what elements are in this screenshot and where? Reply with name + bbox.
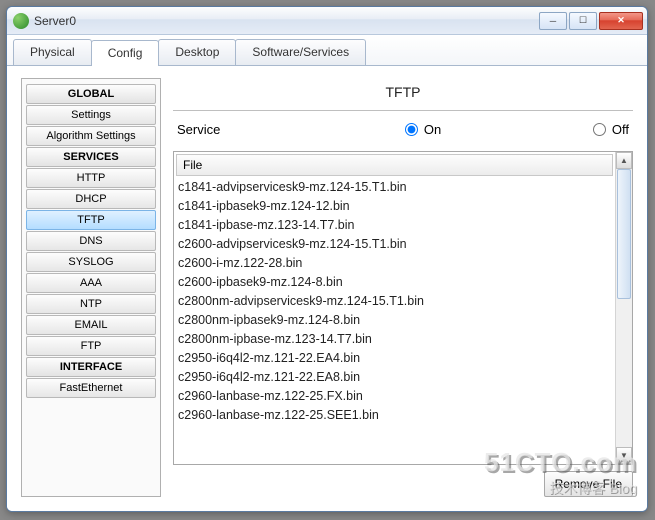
minimize-button[interactable]: ─ bbox=[539, 12, 567, 30]
file-item[interactable]: c2950-i6q4l2-mz.121-22.EA4.bin bbox=[178, 349, 611, 368]
sidebar-item-ftp[interactable]: FTP bbox=[26, 336, 156, 356]
file-item[interactable]: c2600-i-mz.122-28.bin bbox=[178, 254, 611, 273]
remove-row: Remove File bbox=[173, 465, 633, 497]
sidebar-item-http[interactable]: HTTP bbox=[26, 168, 156, 188]
file-item[interactable]: c2800nm-ipbase-mz.123-14.T7.bin bbox=[178, 330, 611, 349]
file-item[interactable]: c2600-advipservicesk9-mz.124-15.T1.bin bbox=[178, 235, 611, 254]
tab-physical[interactable]: Physical bbox=[13, 39, 92, 65]
titlebar: Server0 ─ ☐ ✕ bbox=[7, 7, 647, 35]
file-list-box: File c1841-advipservicesk9-mz.124-15.T1.… bbox=[173, 151, 633, 465]
service-row: Service On Off bbox=[173, 112, 633, 151]
service-off-radio[interactable] bbox=[593, 123, 606, 136]
file-item[interactable]: c1841-advipservicesk9-mz.124-15.T1.bin bbox=[178, 178, 611, 197]
scroll-down-icon[interactable]: ▼ bbox=[616, 447, 632, 464]
service-off-option[interactable]: Off bbox=[559, 122, 629, 137]
sidebar-item-syslog[interactable]: SYSLOG bbox=[26, 252, 156, 272]
tab-desktop[interactable]: Desktop bbox=[158, 39, 236, 65]
service-on-radio[interactable] bbox=[405, 123, 418, 136]
sidebar-header-services: SERVICES bbox=[26, 147, 156, 167]
tab-config[interactable]: Config bbox=[91, 40, 160, 66]
sidebar: GLOBAL Settings Algorithm Settings SERVI… bbox=[21, 78, 161, 497]
file-item[interactable]: c2800nm-ipbasek9-mz.124-8.bin bbox=[178, 311, 611, 330]
page-title: TFTP bbox=[173, 78, 633, 110]
tab-bar: Physical Config Desktop Software/Service… bbox=[7, 35, 647, 66]
maximize-button[interactable]: ☐ bbox=[569, 12, 597, 30]
sidebar-item-dns[interactable]: DNS bbox=[26, 231, 156, 251]
close-button[interactable]: ✕ bbox=[599, 12, 643, 30]
scroll-thumb[interactable] bbox=[617, 169, 631, 299]
sidebar-header-global: GLOBAL bbox=[26, 84, 156, 104]
scrollbar[interactable]: ▲ ▼ bbox=[615, 152, 632, 464]
sidebar-item-tftp[interactable]: TFTP bbox=[26, 210, 156, 230]
service-on-option[interactable]: On bbox=[287, 122, 559, 137]
file-item[interactable]: c2960-lanbase-mz.122-25.SEE1.bin bbox=[178, 406, 611, 425]
sidebar-item-fastethernet[interactable]: FastEthernet bbox=[26, 378, 156, 398]
scroll-up-icon[interactable]: ▲ bbox=[616, 152, 632, 169]
file-item[interactable]: c2950-i6q4l2-mz.121-22.EA8.bin bbox=[178, 368, 611, 387]
file-item[interactable]: c2960-lanbase-mz.122-25.FX.bin bbox=[178, 387, 611, 406]
file-list[interactable]: c1841-advipservicesk9-mz.124-15.T1.binc1… bbox=[174, 178, 615, 464]
sidebar-item-ntp[interactable]: NTP bbox=[26, 294, 156, 314]
file-scroll-area: File c1841-advipservicesk9-mz.124-15.T1.… bbox=[174, 152, 615, 464]
sidebar-item-email[interactable]: EMAIL bbox=[26, 315, 156, 335]
service-off-label: Off bbox=[612, 122, 629, 137]
file-item[interactable]: c1841-ipbase-mz.123-14.T7.bin bbox=[178, 216, 611, 235]
sidebar-item-algorithm-settings[interactable]: Algorithm Settings bbox=[26, 126, 156, 146]
app-window: Server0 ─ ☐ ✕ Physical Config Desktop So… bbox=[6, 6, 648, 512]
main-panel: TFTP Service On Off File c1841-advipserv… bbox=[173, 78, 633, 497]
file-item[interactable]: c2600-ipbasek9-mz.124-8.bin bbox=[178, 273, 611, 292]
sidebar-item-settings[interactable]: Settings bbox=[26, 105, 156, 125]
scroll-track[interactable] bbox=[616, 169, 632, 447]
app-icon bbox=[13, 13, 29, 29]
service-on-label: On bbox=[424, 122, 441, 137]
file-column-header[interactable]: File bbox=[176, 154, 613, 176]
file-item[interactable]: c1841-ipbasek9-mz.124-12.bin bbox=[178, 197, 611, 216]
tab-software-services[interactable]: Software/Services bbox=[235, 39, 366, 65]
file-item[interactable]: c2800nm-advipservicesk9-mz.124-15.T1.bin bbox=[178, 292, 611, 311]
sidebar-header-interface: INTERFACE bbox=[26, 357, 156, 377]
remove-file-button[interactable]: Remove File bbox=[544, 471, 633, 497]
sidebar-item-aaa[interactable]: AAA bbox=[26, 273, 156, 293]
content-body: GLOBAL Settings Algorithm Settings SERVI… bbox=[7, 66, 647, 511]
service-label: Service bbox=[177, 122, 287, 137]
sidebar-item-dhcp[interactable]: DHCP bbox=[26, 189, 156, 209]
window-title: Server0 bbox=[34, 14, 539, 28]
window-controls: ─ ☐ ✕ bbox=[539, 12, 643, 30]
